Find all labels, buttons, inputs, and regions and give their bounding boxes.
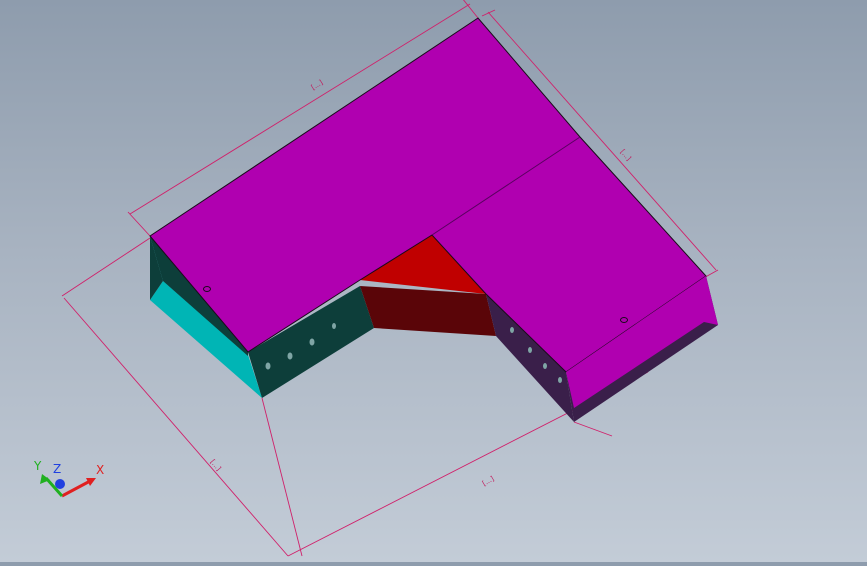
hole-7 bbox=[543, 363, 547, 369]
inner-wall-dark-red[interactable] bbox=[360, 286, 496, 336]
dim-top-extension-left bbox=[127, 211, 151, 237]
z-axis-label: Z bbox=[53, 462, 61, 476]
dim-top-extension-right bbox=[463, 0, 479, 19]
dim-bottom-label: [...] bbox=[481, 475, 496, 488]
hole-4 bbox=[332, 323, 336, 329]
hole-1 bbox=[265, 362, 271, 370]
hole-2 bbox=[287, 352, 293, 360]
dim-bottom-extension-right bbox=[573, 421, 613, 437]
hole-5 bbox=[510, 327, 514, 333]
x-axis-line bbox=[61, 478, 93, 498]
tee-tray-model[interactable] bbox=[149, 17, 718, 422]
cad-viewport[interactable]: [...] [...] [...] [...] X Y Z bbox=[0, 0, 867, 562]
y-axis-label: Y bbox=[33, 459, 42, 473]
hole-3 bbox=[309, 338, 315, 346]
dim-left-extension-top bbox=[61, 237, 151, 297]
axis-triad[interactable]: X Y Z bbox=[33, 459, 104, 498]
z-axis-dot bbox=[55, 479, 65, 489]
dim-left-label: [...] bbox=[208, 458, 222, 473]
model-canvas[interactable]: [...] [...] [...] [...] X Y Z bbox=[0, 0, 867, 562]
dim-right-label: [...] bbox=[619, 148, 633, 163]
x-axis-label: X bbox=[96, 463, 104, 477]
hole-6 bbox=[528, 347, 532, 353]
hole-8 bbox=[558, 377, 562, 383]
dim-top-label: [...] bbox=[310, 78, 325, 91]
